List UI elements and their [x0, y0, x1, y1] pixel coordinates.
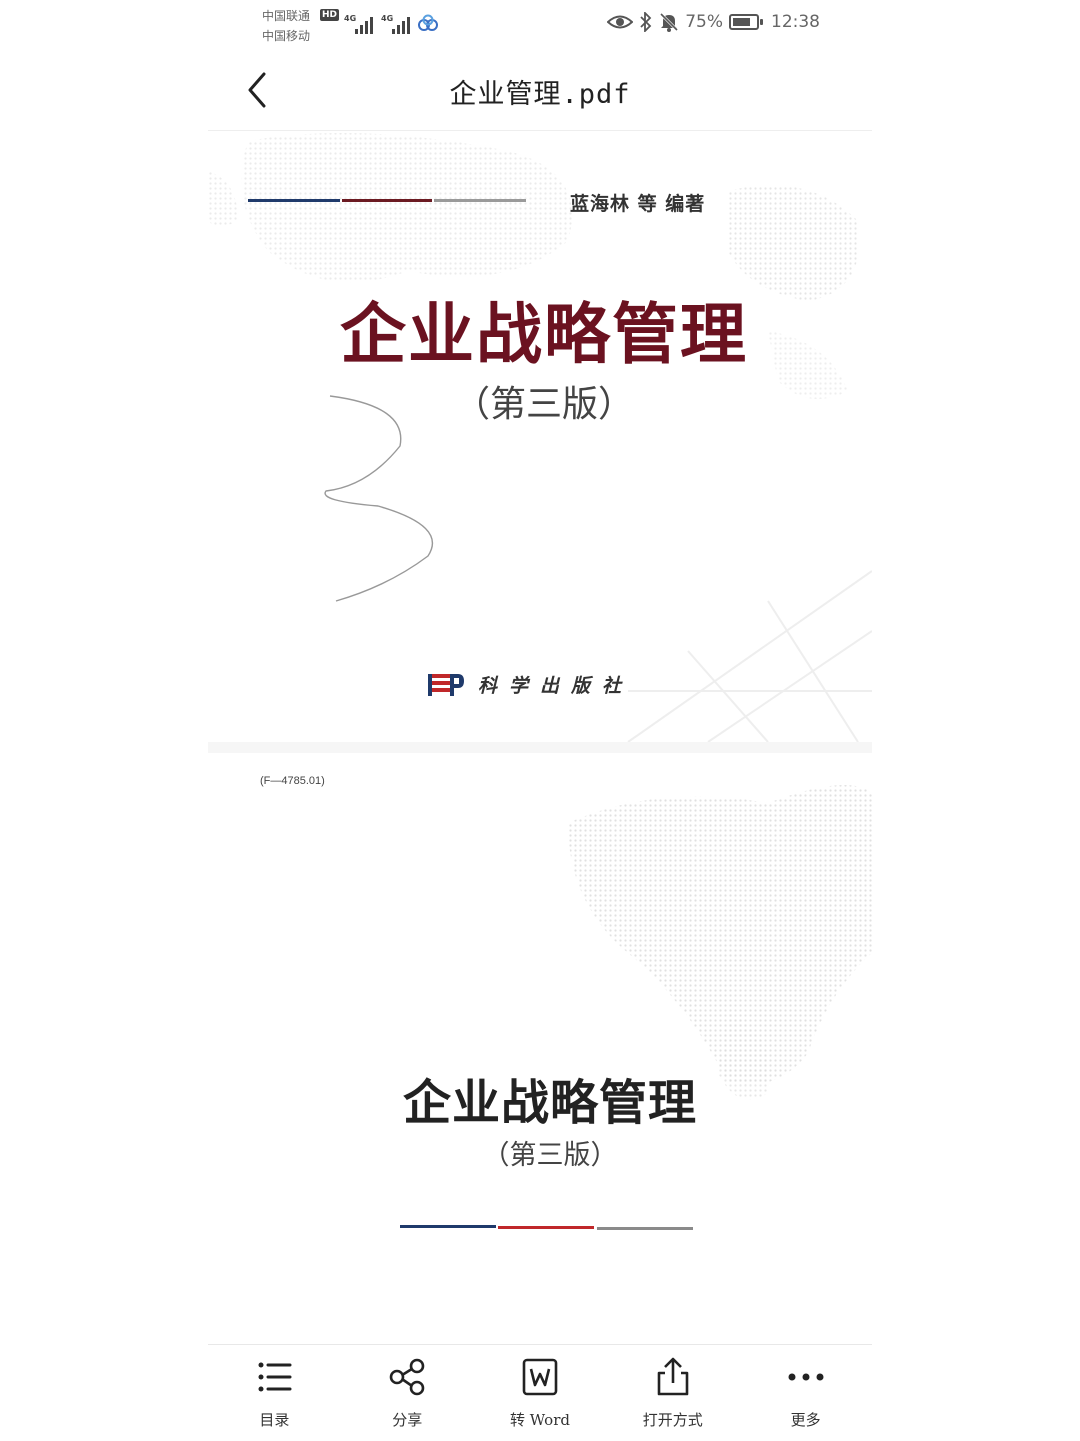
more-label: 更多: [790, 1411, 821, 1429]
status-bar: 中国联通 中国移动 HD 4G 4G 75% 12:38: [208, 0, 872, 56]
publisher-name: 科学出版社: [478, 675, 634, 697]
pdf-page-1[interactable]: 蓝海林 等 编著 企业战略管理 （第三版） 科学出版社: [208, 131, 872, 742]
book-title: 企业战略管理: [340, 295, 748, 373]
battery-percent: 75%: [685, 12, 723, 32]
page-separator: [208, 742, 872, 753]
battery-icon: [729, 14, 763, 30]
decor-rule-gray: [597, 1227, 693, 1230]
decor-rule-blue: [400, 1225, 496, 1228]
cloud-icon: [418, 14, 438, 31]
carrier-2: 中国移动: [262, 29, 311, 43]
page-title: 企业管理.pdf: [449, 79, 631, 110]
share-label: 分享: [392, 1411, 423, 1429]
signal-icon: [392, 16, 410, 34]
book-title: 企业战略管理: [402, 1075, 697, 1131]
decor-rule-red: [498, 1226, 594, 1229]
carrier-1: 中国联通: [262, 9, 311, 23]
hd-badge: HD: [320, 9, 340, 21]
word-icon: [522, 1358, 558, 1396]
mute-bell-icon: [660, 12, 679, 32]
decor-rule-red: [342, 199, 432, 202]
publisher-logo-icon: [428, 673, 464, 696]
clock: 12:38: [771, 12, 820, 32]
pdf-page-2[interactable]: (F—4785.01) 企业战略管理 （第三版）: [208, 753, 872, 1343]
bluetooth-icon: [640, 12, 652, 32]
toc-label: 目录: [259, 1411, 290, 1429]
cip-code: (F—4785.01): [260, 775, 325, 787]
open-with-button[interactable]: 打开方式: [606, 1345, 739, 1441]
open-with-label: 打开方式: [642, 1411, 703, 1429]
decor-rule-gray: [434, 199, 526, 202]
bottom-toolbar: 目录 分享 转 Word 打开方式 更多: [208, 1344, 872, 1441]
convert-word-label: 转 Word: [510, 1411, 570, 1429]
carrier-info: 中国联通 中国移动: [262, 6, 310, 46]
decorative-curve: [324, 395, 434, 602]
list-icon: [258, 1362, 292, 1392]
battery-level: [733, 18, 750, 26]
authors: 蓝海林 等 编著: [570, 193, 706, 215]
more-button[interactable]: 更多: [739, 1345, 872, 1441]
share-button[interactable]: 分享: [341, 1345, 474, 1441]
open-with-icon: [657, 1357, 689, 1396]
phone-screen: 中国联通 中国移动 HD 4G 4G 75% 12:38 企业管理.pdf 蓝海…: [208, 0, 872, 1440]
more-icon: [788, 1373, 824, 1381]
signal-icon: [355, 16, 373, 34]
toc-button[interactable]: 目录: [208, 1345, 341, 1441]
share-icon: [389, 1358, 425, 1396]
book-edition: （第三版）: [482, 1140, 618, 1171]
convert-word-button[interactable]: 转 Word: [474, 1345, 607, 1441]
status-right: 75% 12:38: [607, 12, 820, 32]
app-header: 企业管理.pdf: [208, 56, 872, 131]
publisher: 科学出版社: [428, 671, 633, 698]
eye-icon: [607, 15, 634, 29]
world-map-background: [568, 785, 872, 1100]
decor-rule-blue: [248, 199, 340, 202]
